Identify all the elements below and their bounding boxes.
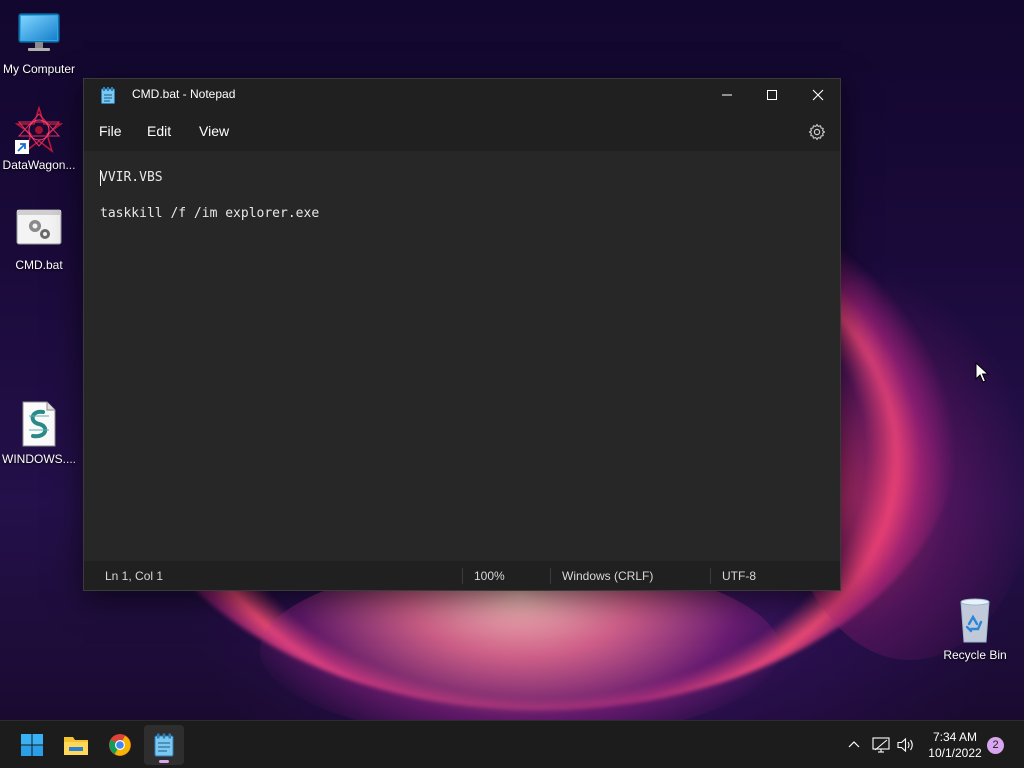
volume-button[interactable] (896, 735, 916, 755)
desktop-icon-recycle-bin[interactable]: Recycle Bin (936, 596, 1014, 662)
minimize-button[interactable] (704, 79, 750, 111)
desktop-icon-cmd-bat[interactable]: CMD.bat (0, 206, 78, 272)
datawagon-star-icon (14, 105, 64, 154)
text-editor[interactable]: VVIR.VBS taskkill /f /im explorer.exe (84, 151, 840, 561)
editor-line-3: taskkill /f /im explorer.exe (100, 205, 824, 223)
taskbar-file-explorer[interactable] (56, 725, 96, 765)
status-divider (710, 568, 711, 584)
show-hidden-icons-button[interactable] (844, 735, 864, 755)
minimize-icon (722, 94, 732, 96)
desktop-icon-label: DataWagon... (2, 158, 76, 172)
status-divider (550, 568, 551, 584)
close-button[interactable] (795, 79, 841, 111)
active-app-indicator (159, 760, 169, 763)
editor-line-text: taskkill /f /im explorer.exe (100, 206, 320, 221)
speaker-icon (897, 737, 913, 753)
desktop-icon-label: My Computer (2, 62, 76, 76)
folder-icon (64, 737, 88, 755)
shortcut-arrow-icon (15, 140, 29, 154)
settings-button[interactable] (808, 123, 826, 141)
desktop-icon-label: WINDOWS.... (2, 452, 76, 466)
start-button[interactable] (12, 725, 52, 765)
script-file-icon (15, 400, 63, 448)
notepad-app-icon (101, 87, 115, 104)
clock-time: 7:34 AM (932, 730, 978, 744)
menu-edit[interactable]: Edit (147, 123, 171, 139)
desktop-icon-windows-script[interactable]: WINDOWS.... (0, 400, 78, 466)
taskbar-clock[interactable]: 7:34 AM 10/1/2022 (922, 729, 988, 761)
status-line-ending: Windows (CRLF) (562, 569, 654, 583)
clock-date: 10/1/2022 (928, 746, 982, 760)
mouse-cursor-icon (975, 362, 989, 383)
maximize-icon (767, 90, 777, 100)
taskbar-chrome[interactable] (100, 725, 140, 765)
desktop-icon-label: CMD.bat (15, 258, 63, 272)
editor-line-text: VVIR.VBS (100, 170, 163, 185)
taskbar-notepad[interactable] (144, 725, 184, 765)
menu-bar: File Edit View (84, 115, 840, 149)
editor-line-1: VVIR.VBS (100, 169, 824, 187)
chevron-up-icon (848, 741, 860, 748)
windows-logo-icon (21, 734, 43, 756)
notepad-icon (154, 733, 174, 757)
status-encoding: UTF-8 (722, 569, 756, 583)
notification-badge[interactable]: 2 (987, 737, 1004, 754)
status-cursor-position: Ln 1, Col 1 (105, 569, 164, 583)
desktop-icon-datawagon[interactable]: DataWagon... (0, 105, 78, 172)
notepad-window[interactable]: CMD.bat - Notepad File Edit View VVIR.VB… (83, 78, 841, 591)
window-title: CMD.bat - Notepad (132, 87, 236, 101)
taskbar: 7:34 AM 10/1/2022 2 (0, 720, 1024, 768)
desktop-icon-label: Recycle Bin (943, 648, 1007, 662)
network-status-button[interactable] (871, 735, 891, 755)
gear-icon (808, 123, 826, 141)
chrome-icon (109, 734, 131, 756)
status-divider (462, 568, 463, 584)
status-zoom[interactable]: 100% (474, 569, 505, 583)
status-bar: Ln 1, Col 1 100% Windows (CRLF) UTF-8 (84, 562, 840, 590)
close-icon (812, 89, 824, 101)
recycle-bin-icon (951, 596, 999, 644)
batch-file-gear-icon (15, 206, 63, 254)
maximize-button[interactable] (749, 79, 795, 111)
menu-view[interactable]: View (199, 123, 229, 139)
title-bar[interactable]: CMD.bat - Notepad (84, 79, 840, 111)
network-icon (872, 737, 890, 753)
desktop-icon-my-computer[interactable]: My Computer (0, 10, 78, 76)
menu-file[interactable]: File (99, 123, 122, 139)
monitor-icon (15, 10, 63, 58)
